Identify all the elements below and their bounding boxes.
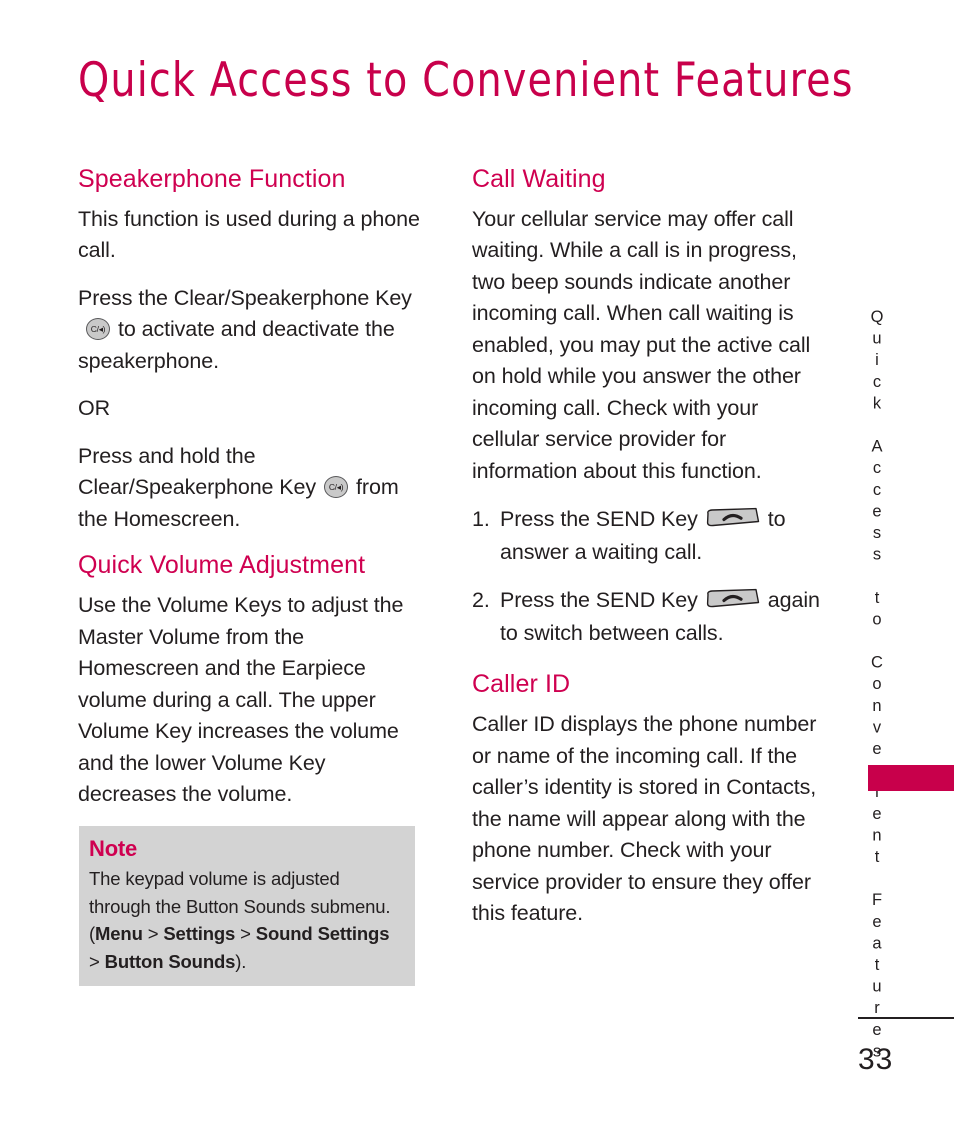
heading-speakerphone-function: Speakerphone Function	[78, 165, 346, 193]
note-title: Note	[89, 836, 138, 861]
note-bold-sound-settings: Sound Settings	[255, 923, 390, 944]
step-text-before: Press the SEND Key	[500, 588, 698, 613]
right-column: Call Waiting Your cellular service may o…	[472, 165, 824, 930]
left-column: Speakerphone Function This function is u…	[78, 165, 426, 811]
note-sep-3: >	[89, 950, 105, 972]
note-body: The keypad volume is adjusted through th…	[89, 865, 401, 975]
note-sep-1: >	[142, 923, 164, 944]
call-waiting-steps: 1. Press the SEND Key to answer a waiting…	[472, 503, 824, 650]
manual-page: Quick Access to Convenient Features Spea…	[0, 0, 954, 1145]
footer-rule	[858, 1017, 954, 1019]
note-box: Note The keypad volume is adjusted throu…	[79, 826, 415, 986]
paragraph-or: OR	[78, 396, 111, 421]
text-after-clear-key-1: to activate and deactivate the speakerph…	[78, 317, 395, 373]
clear-speakerphone-key-icon: C/◂)	[321, 476, 351, 499]
paragraph-speakerphone-intro: This function is used during a phone cal…	[78, 206, 420, 263]
paragraph-speakerphone-hold: Press and hold the Clear/Speakerphone Ke…	[78, 441, 426, 536]
paragraph-call-waiting: Your cellular service may offer call wai…	[472, 206, 811, 483]
clear-speakerphone-key-icon: C/◂)	[83, 318, 113, 341]
clear-key-glyph: C/◂)	[90, 324, 106, 335]
heading-call-waiting: Call Waiting	[472, 165, 606, 193]
clear-key-glyph: C/◂)	[328, 482, 344, 493]
heading-quick-volume-adjustment: Quick Volume Adjustment	[78, 551, 366, 580]
chapter-tab-marker	[868, 765, 954, 791]
list-item: 2. Press the SEND Key again to switch bet…	[472, 584, 824, 650]
paragraph-speakerphone-activate: Press the Clear/Speakerphone Key C/◂) to a…	[78, 283, 426, 378]
note-text-2: ).	[235, 950, 247, 972]
note-sep-2: >	[235, 923, 256, 944]
page-number: 33	[858, 1043, 894, 1076]
paragraph-quick-volume: Use the Volume Keys to adjust the Master…	[78, 593, 404, 806]
step-number: 1.	[472, 507, 490, 532]
send-key-icon	[704, 507, 762, 529]
send-key-icon	[704, 588, 762, 610]
note-bold-settings: Settings	[163, 923, 236, 944]
side-running-head: Quick Access to Convenient Features	[868, 308, 886, 1064]
note-bold-menu: Menu	[95, 923, 143, 944]
step-text-before: Press the SEND Key	[500, 507, 698, 532]
step-number: 2.	[472, 588, 490, 613]
heading-caller-id: Caller ID	[472, 670, 571, 699]
paragraph-caller-id: Caller ID displays the phone number or n…	[472, 712, 817, 925]
page-title: Quick Access to Convenient Features	[78, 53, 854, 108]
text-before-clear-key-1: Press the Clear/Speakerphone Key	[78, 285, 412, 310]
text-before-clear-key-2: Press and hold the Clear/Speakerphone Ke…	[78, 443, 317, 500]
list-item: 1. Press the SEND Key to answer a waiting…	[472, 503, 824, 569]
note-bold-button-sounds: Button Sounds	[104, 950, 236, 972]
